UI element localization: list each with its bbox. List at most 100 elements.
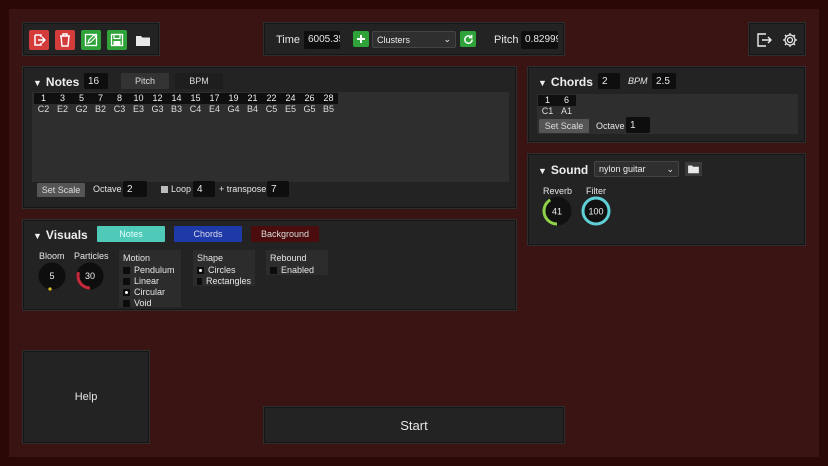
note-cell-name: G4 — [227, 104, 240, 114]
shape-radio[interactable] — [197, 267, 204, 274]
particles-value: 30 — [85, 271, 95, 281]
shape-radio[interactable] — [197, 278, 202, 285]
loop-checkbox[interactable] — [161, 186, 168, 193]
loop-input[interactable]: 4 — [193, 181, 215, 197]
motion-option[interactable]: Pendulum — [123, 265, 177, 276]
collapse-triangle-icon[interactable]: ▼ — [538, 166, 547, 176]
note-cell-number: 1 — [34, 93, 53, 104]
motion-option[interactable]: Linear — [123, 276, 177, 287]
trash-icon[interactable] — [55, 30, 75, 50]
clusters-select[interactable]: Clusters ⌄ — [372, 31, 456, 48]
note-cell[interactable]: 7 B2 — [91, 93, 110, 115]
notes-count-input[interactable]: 16 — [84, 73, 108, 89]
collapse-triangle-icon[interactable]: ▼ — [538, 78, 547, 88]
filter-knob[interactable]: 100 — [580, 195, 612, 227]
chords-bpm-input[interactable]: 2.5 — [652, 73, 676, 89]
octave-input[interactable]: 2 — [123, 181, 147, 197]
note-cell-name: G5 — [303, 104, 316, 114]
start-button[interactable]: Start — [263, 406, 565, 444]
note-cell[interactable]: 24 E5 — [281, 93, 300, 115]
motion-option[interactable]: Void — [123, 298, 177, 309]
note-cell[interactable]: 8 C3 — [110, 93, 129, 115]
motion-radio[interactable] — [123, 267, 130, 274]
note-cell-number: 24 — [281, 93, 300, 104]
set-scale-button[interactable]: Set Scale — [37, 183, 85, 197]
time-input[interactable]: 6005.35 — [304, 31, 340, 49]
note-cell[interactable]: 3 E2 — [53, 93, 72, 115]
note-cell-number: 19 — [224, 93, 243, 104]
note-cell[interactable]: 22 C5 — [262, 93, 281, 115]
rebound-checkbox[interactable] — [270, 267, 277, 274]
help-button[interactable]: Help — [22, 350, 150, 444]
shape-option-label: Circles — [208, 265, 236, 275]
chord-cell-name: A1 — [560, 106, 572, 116]
motion-option-label: Void — [134, 298, 152, 308]
note-cell[interactable]: 14 B3 — [167, 93, 186, 115]
note-cell-number: 5 — [72, 93, 91, 104]
motion-radio[interactable] — [123, 300, 130, 307]
note-cell[interactable]: 17 E4 — [205, 93, 224, 115]
note-cell-name: B5 — [322, 104, 334, 114]
chords-header[interactable]: ▼ Chords — [538, 75, 593, 89]
note-cell-number: 3 — [53, 93, 72, 104]
export-icon[interactable] — [754, 30, 774, 50]
add-icon[interactable] — [353, 31, 369, 47]
reverb-knob[interactable]: 41 — [541, 195, 573, 227]
note-cell[interactable]: 1 C2 — [34, 93, 53, 115]
particles-knob[interactable]: 30 — [74, 260, 106, 292]
chord-cell-name: C1 — [541, 106, 554, 116]
notes-panel: ▼ Notes 16 Pitch BPM 2 Set Scale Octave L… — [22, 66, 517, 209]
note-cell[interactable]: 12 G3 — [148, 93, 167, 115]
motion-radio[interactable] — [123, 278, 130, 285]
notes-grid: 1 C2 3 E2 5 G2 7 B2 8 C3 10 E3 12 G3 14 B3 15 C4 17 E4 19 G4 2… — [34, 93, 338, 115]
motion-radio[interactable] — [123, 289, 130, 296]
rebound-enabled-option[interactable]: Enabled — [270, 265, 324, 276]
bloom-knob[interactable]: 5 — [36, 260, 68, 292]
motion-option-label: Linear — [134, 276, 160, 286]
shape-option[interactable]: Rectangles — [197, 276, 251, 287]
chord-cell-number: 1 — [538, 95, 557, 106]
tab-pitch[interactable]: Pitch — [121, 73, 169, 89]
note-cell-number: 15 — [186, 93, 205, 104]
chords-octave-input[interactable]: 1 — [626, 117, 650, 133]
chords-set-scale-button[interactable]: Set Scale — [539, 119, 589, 133]
sound-header[interactable]: ▼ Sound — [538, 163, 588, 177]
note-cell-name: G2 — [75, 104, 88, 114]
note-cell[interactable]: 19 G4 — [224, 93, 243, 115]
motion-option[interactable]: Circular — [123, 287, 177, 298]
refresh-icon[interactable] — [460, 31, 476, 47]
edit-icon[interactable] — [81, 30, 101, 50]
note-cell[interactable]: 10 E3 — [129, 93, 148, 115]
chords-count-input[interactable]: 2 — [598, 73, 620, 89]
notes-header[interactable]: ▼ Notes — [33, 75, 79, 89]
folder-icon[interactable] — [685, 162, 702, 176]
settings-toolbar — [748, 22, 806, 56]
note-cell[interactable]: 5 G2 — [72, 93, 91, 115]
pitch-input[interactable]: 0.82999 — [521, 31, 558, 49]
note-cell-number: 10 — [129, 93, 148, 104]
note-cell[interactable]: 15 C4 — [186, 93, 205, 115]
exit-icon[interactable] — [29, 30, 49, 50]
note-cell[interactable]: 28 B5 — [319, 93, 338, 115]
save-icon[interactable] — [107, 30, 127, 50]
tab-visual-chords[interactable]: Chords — [174, 226, 242, 242]
tab-visual-background[interactable]: Background — [251, 226, 319, 242]
note-cell[interactable]: 26 G5 — [300, 93, 319, 115]
note-cell-name: C2 — [37, 104, 50, 114]
tab-visual-notes[interactable]: Notes — [97, 226, 165, 242]
note-cell-name: E4 — [208, 104, 220, 114]
note-cell[interactable]: 21 B4 — [243, 93, 262, 115]
visuals-header[interactable]: ▼ Visuals — [33, 228, 88, 242]
chord-cell[interactable]: 1 C1 — [538, 95, 557, 117]
gear-icon[interactable] — [780, 30, 800, 50]
collapse-triangle-icon[interactable]: ▼ — [33, 231, 42, 241]
transpose-input[interactable]: 7 — [267, 181, 289, 197]
note-cell-number: 8 — [110, 93, 129, 104]
collapse-triangle-icon[interactable]: ▼ — [33, 78, 42, 88]
shape-option[interactable]: Circles — [197, 265, 251, 276]
chord-cell[interactable]: 6 A1 — [557, 95, 576, 117]
chords-title: Chords — [550, 75, 593, 89]
tab-bpm[interactable]: BPM — [175, 73, 223, 89]
folder-icon[interactable] — [133, 30, 153, 50]
instrument-select[interactable]: nylon guitar ⌄ — [594, 161, 679, 177]
